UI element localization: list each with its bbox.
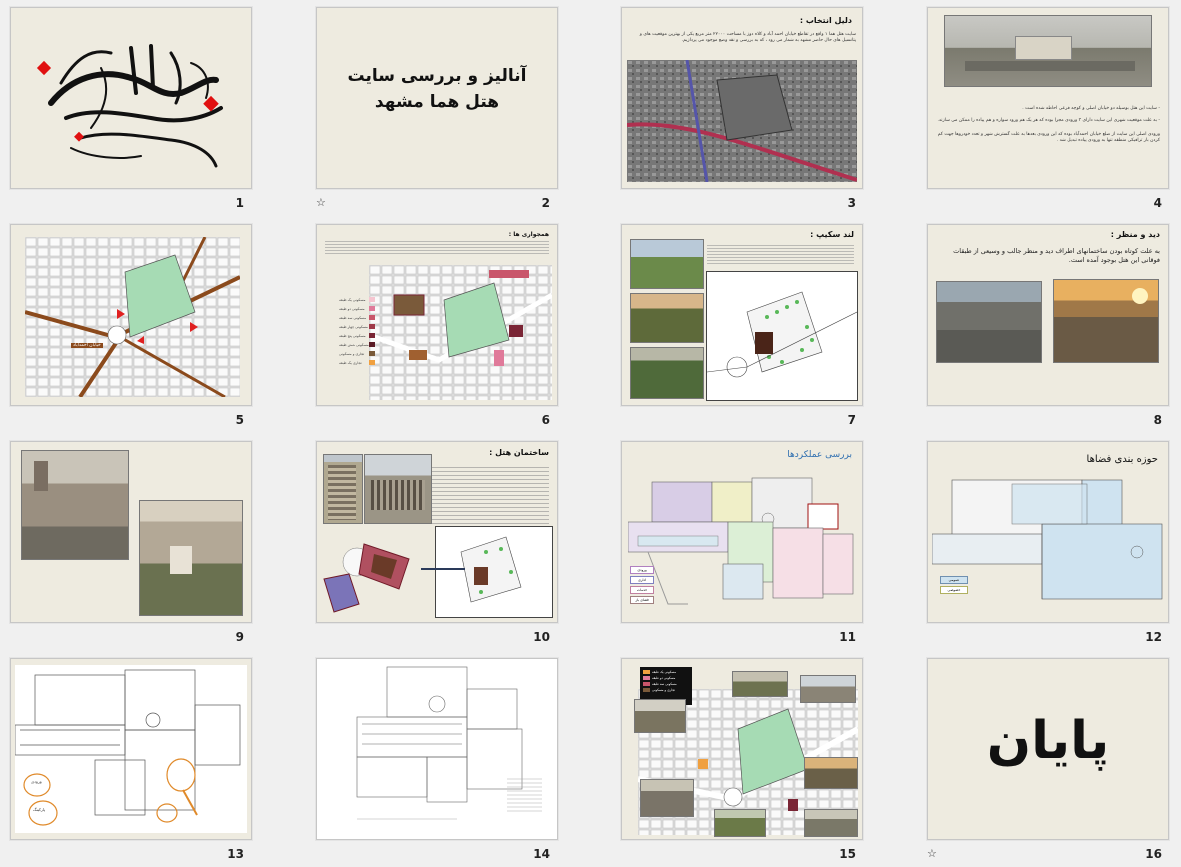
slide-body-text: به علت کوتاه بودن ساختمانهای اطراف دید و…	[953, 247, 1160, 264]
slide-heading: لند سکیپ :	[810, 230, 854, 239]
slide-number: 11	[839, 630, 856, 644]
slide-4-thumbnail[interactable]: - سایت این هتل بوسیله دو خیابان اصلی و ک…	[927, 7, 1169, 189]
slide-7-thumbnail[interactable]: لند سکیپ :	[621, 224, 863, 406]
slide-heading: دید و منظر :	[1110, 230, 1160, 239]
function-legend: ورودی اداری خدمات فضای باز	[630, 566, 654, 604]
transition-star-icon: ☆	[316, 196, 326, 209]
slide-14-thumbnail[interactable]	[316, 658, 558, 840]
slide-11-thumbnail[interactable]: بررسی عملکردها ورودی اداری خدمات فضای با…	[621, 441, 863, 623]
slide-number: 1	[235, 196, 244, 210]
slide-number: 9	[235, 630, 244, 644]
slide-15-thumbnail[interactable]: مسکونی یک طبقه مسکونی دو طبقه مسکونی سه …	[621, 658, 863, 840]
neighborhood-map	[369, 265, 552, 400]
context-photo	[800, 675, 856, 703]
slide-3-thumbnail[interactable]: دلیل انتخاب : سایت هتل هما ۱ واقع در تقا…	[621, 7, 863, 189]
slide-12-thumbnail[interactable]: حوزه بندی فضاها عمومی خصوصی	[927, 441, 1169, 623]
slide-number: 3	[847, 196, 856, 210]
site-plan	[435, 526, 553, 618]
slide-bullet: ورودی اصلی این سایت از ضلع خیابان احمدآب…	[937, 132, 1160, 143]
end-title: پایان	[986, 711, 1110, 771]
slide-heading: دلیل انتخاب :	[799, 16, 852, 25]
slide-heading: همجواری ها :	[508, 231, 549, 238]
slide-title-line2: هتل هما مشهد	[374, 92, 500, 112]
slide-heading: بررسی عملکردها	[787, 450, 852, 460]
slide-number: 6	[541, 413, 550, 427]
slide-number: 10	[533, 630, 550, 644]
hotel-building-photo	[364, 454, 432, 524]
city-photo	[139, 500, 243, 616]
transition-star-icon: ☆	[927, 847, 937, 860]
aerial-photo	[627, 60, 857, 182]
slide-body-text	[325, 239, 549, 255]
plan-note: پارکینگ	[33, 807, 46, 812]
slide-number: 2	[541, 196, 550, 210]
slide-8-thumbnail[interactable]: دید و منظر : به علت کوتاه بودن ساختمانها…	[927, 224, 1169, 406]
context-photo	[732, 671, 788, 697]
slide-number: 7	[847, 413, 856, 427]
view-photo	[1053, 279, 1159, 363]
slide-body-text	[707, 243, 854, 265]
floor-plan	[628, 477, 854, 605]
architectural-drawing	[317, 659, 557, 839]
street-label: خیابان احمدآباد	[71, 343, 103, 348]
hotel-tower-photo	[323, 454, 363, 524]
slide-heading: ساختمان هتل :	[489, 448, 549, 457]
context-photo	[804, 757, 858, 789]
slide-10-thumbnail[interactable]: ساختمان هتل :	[316, 441, 558, 623]
slide-number: 13	[227, 847, 244, 861]
view-photo	[936, 281, 1042, 363]
landscape-photo	[630, 239, 704, 289]
slide-1-thumbnail[interactable]	[10, 7, 252, 189]
slide-heading: حوزه بندی فضاها	[1086, 454, 1158, 465]
context-photo	[634, 699, 686, 733]
annotated-plan	[14, 665, 247, 833]
site-map	[25, 237, 240, 397]
slide-number: 8	[1153, 413, 1162, 427]
slide-number: 12	[1145, 630, 1162, 644]
city-photo	[21, 450, 129, 560]
slide-9-thumbnail[interactable]	[10, 441, 252, 623]
landscape-plan	[706, 271, 858, 401]
slide-title-line1: آنالیز و بررسی سایت	[347, 66, 527, 86]
plan-note: ورودی	[31, 779, 42, 784]
slide-number: 4	[1153, 196, 1162, 210]
slide-number: 15	[839, 847, 856, 861]
slide-5-thumbnail[interactable]: خیابان احمدآباد	[10, 224, 252, 406]
slide-body-text: سایت هتل هما ۱ واقع در تقاطع خیابان احمد…	[639, 32, 856, 43]
building-massing-diagram	[323, 543, 410, 613]
slide-number: 14	[533, 847, 550, 861]
context-photo	[804, 809, 858, 837]
landscape-photo	[630, 293, 704, 343]
slide-2-thumbnail[interactable]: آنالیز و بررسی سایت هتل هما مشهد	[316, 7, 558, 189]
land-use-legend: مسکونی یک طبقه مسکونی دو طبقه مسکونی سه …	[339, 297, 375, 369]
slide-16-thumbnail[interactable]: پایان	[927, 658, 1169, 840]
context-photo	[714, 809, 766, 837]
zoning-legend: عمومی خصوصی	[940, 576, 968, 594]
hotel-photo	[944, 15, 1152, 87]
calligraphy-image	[36, 44, 223, 168]
context-photo	[640, 779, 694, 817]
slide-13-thumbnail[interactable]: ورودی پارکینگ	[10, 658, 252, 840]
slide-6-thumbnail[interactable]: همجواری ها : مسکونی یک طبقه مسکونی دو طب…	[316, 224, 558, 406]
landscape-photo	[630, 347, 704, 399]
slide-body-text	[432, 464, 549, 524]
slide-number: 16	[1145, 847, 1162, 861]
slide-bullet: - به علت موقعیت شهری این سایت دارای ۳ ور…	[937, 118, 1160, 123]
slide-number: 5	[235, 413, 244, 427]
slide-bullet: - سایت این هتل بوسیله دو خیابان اصلی و ک…	[1022, 106, 1160, 111]
